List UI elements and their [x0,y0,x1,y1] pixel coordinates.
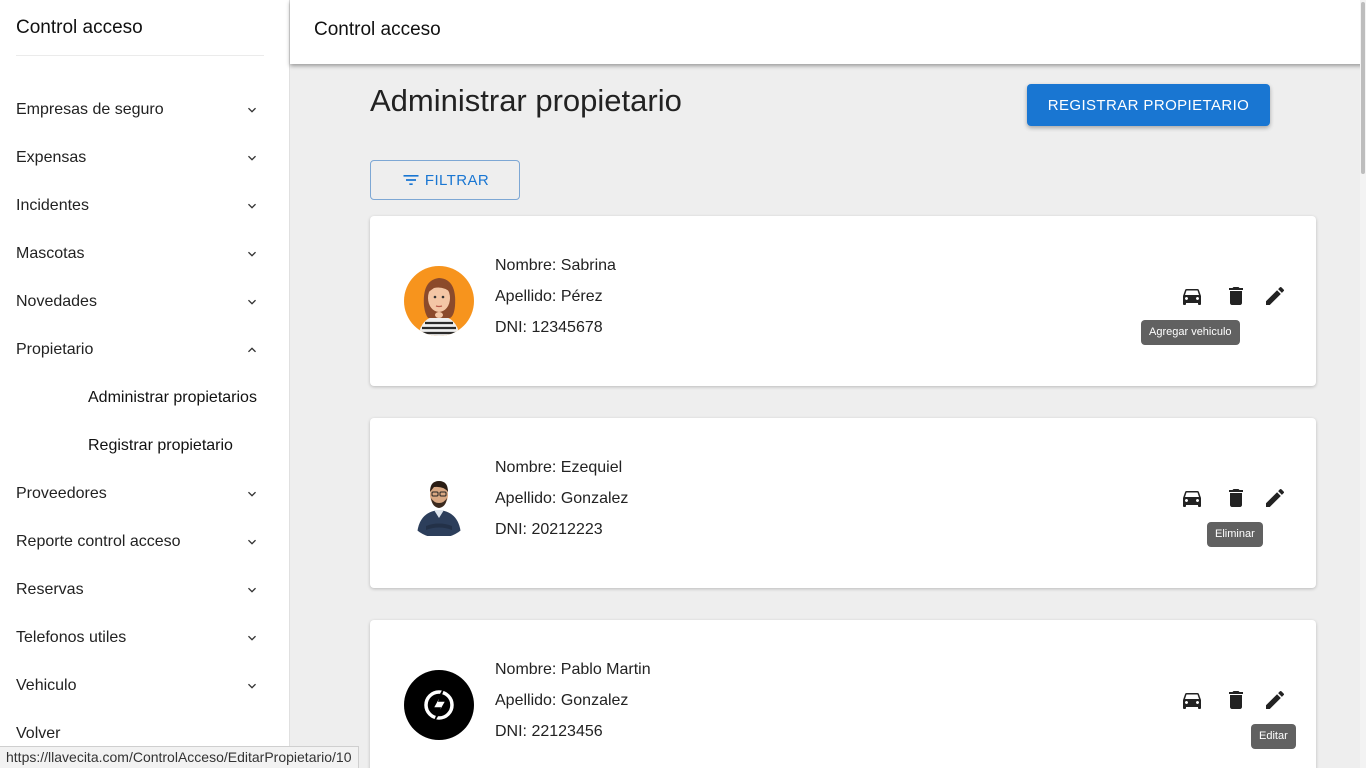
sidebar: Control acceso Empresas de seguro Expens… [0,0,290,768]
woman-thinking-avatar-icon [404,266,474,336]
car-icon [1183,289,1201,305]
edit-owner-button[interactable] [1263,486,1287,510]
sidebar-item-incidentes[interactable]: Incidentes [0,182,289,230]
tooltip-delete: Eliminar [1207,522,1263,547]
filter-icon [403,175,419,185]
sidebar-item-label: Expensas [16,149,87,166]
tooltip-edit: Editar [1251,724,1296,749]
chevron-up-icon [248,347,256,353]
owner-last-name: Apellido: Gonzalez [495,490,629,507]
delete-owner-button[interactable] [1224,486,1248,510]
owner-info: Nombre: Pablo Martin Apellido: Gonzalez … [495,654,651,747]
owner-info: Nombre: Sabrina Apellido: Pérez DNI: 123… [495,250,616,343]
page-title: Administrar propietario [370,83,682,118]
owner-avatar [404,670,474,740]
sidebar-item-label: Reservas [16,581,84,598]
filter-button-label: FILTRAR [424,171,490,189]
page-scrollbar[interactable] [1360,0,1366,768]
delete-owner-button[interactable] [1224,284,1248,308]
man-glasses-avatar-icon [404,468,474,538]
owner-actions [1180,486,1290,510]
pencil-icon [1266,488,1285,507]
sidebar-item-label: Vehiculo [16,677,77,694]
sidebar-divider [16,55,264,56]
sidebar-item-label: Mascotas [16,245,85,262]
sidebar-item-reservas[interactable]: Reservas [0,566,289,614]
sidebar-subitem-administrar-propietarios[interactable]: Administrar propietarios [0,374,289,422]
chevron-down-icon [248,587,256,593]
edit-owner-button[interactable] [1263,688,1287,712]
sidebar-item-novedades[interactable]: Novedades [0,278,289,326]
owner-card: Nombre: Sabrina Apellido: Pérez DNI: 123… [370,216,1316,386]
app-bar-title: Control acceso [314,19,441,40]
sidebar-subitem-label: Registrar propietario [88,437,233,454]
sidebar-item-label: Empresas de seguro [16,101,164,118]
sidebar-item-vehiculo[interactable]: Vehiculo [0,662,289,710]
add-vehicle-button[interactable] [1180,284,1204,308]
delete-owner-button[interactable] [1224,688,1248,712]
owner-avatar [404,266,474,336]
chevron-down-icon [248,251,256,257]
add-vehicle-button[interactable] [1180,486,1204,510]
owner-last-name: Apellido: Gonzalez [495,692,629,709]
sidebar-item-empresas-de-seguro[interactable]: Empresas de seguro [0,86,289,134]
chevron-down-icon [248,203,256,209]
chevron-down-icon [248,299,256,305]
sidebar-item-reporte-control-acceso[interactable]: Reporte control acceso [0,518,289,566]
owner-actions [1180,688,1290,712]
trash-icon [1229,691,1243,709]
owner-last-name: Apellido: Pérez [495,288,603,305]
owner-card: Nombre: Pablo Martin Apellido: Gonzalez … [370,620,1316,768]
trash-icon [1229,287,1243,305]
sidebar-item-label: Volver [16,725,61,742]
app-bar: Control acceso [290,0,1366,64]
car-icon [1183,491,1201,507]
sidebar-item-label: Reporte control acceso [16,533,181,550]
owner-first-name: Nombre: Ezequiel [495,459,623,476]
chevron-down-icon [248,491,256,497]
chevron-down-icon [248,635,256,641]
chevron-down-icon [248,683,256,689]
pencil-icon [1266,690,1285,709]
car-icon [1183,693,1201,709]
owner-first-name: Nombre: Sabrina [495,257,616,274]
sidebar-subitem-registrar-propietario[interactable]: Registrar propietario [0,422,289,470]
scrollbar-thumb[interactable] [1361,2,1365,174]
sidebar-menu: Empresas de seguro Expensas Incidentes M… [0,86,289,758]
sidebar-item-label: Proveedores [16,485,107,502]
sidebar-item-label: Incidentes [16,197,89,214]
owner-first-name: Nombre: Pablo Martin [495,661,651,678]
trash-icon [1229,489,1243,507]
tooltip-add-vehicle: Agregar vehiculo [1141,320,1240,345]
owner-card: Nombre: Ezequiel Apellido: Gonzalez DNI:… [370,418,1316,588]
sidebar-item-label: Novedades [16,293,97,310]
chevron-down-icon [248,539,256,545]
sidebar-title: Control acceso [16,17,143,38]
owner-info: Nombre: Ezequiel Apellido: Gonzalez DNI:… [495,452,628,545]
owner-actions [1180,284,1290,308]
black-logo-avatar-icon [404,670,474,740]
pencil-icon [1266,286,1285,305]
sidebar-item-label: Telefonos utiles [16,629,127,646]
sidebar-item-proveedores[interactable]: Proveedores [0,470,289,518]
owner-avatar [404,468,474,538]
add-vehicle-button[interactable] [1180,688,1204,712]
owner-dni: DNI: 22123456 [495,723,603,740]
sidebar-item-label: Propietario [16,341,94,358]
status-bar-url: https://llavecita.com/ControlAcceso/Edit… [0,746,359,768]
edit-owner-button[interactable] [1263,284,1287,308]
register-owner-button[interactable]: REGISTRAR PROPIETARIO [1027,84,1270,126]
owner-dni: DNI: 12345678 [495,319,603,336]
filter-button[interactable]: FILTRAR [370,160,520,200]
sidebar-item-mascotas[interactable]: Mascotas [0,230,289,278]
chevron-down-icon [248,107,256,113]
sidebar-item-telefonos-utiles[interactable]: Telefonos utiles [0,614,289,662]
sidebar-item-expensas[interactable]: Expensas [0,134,289,182]
chevron-down-icon [248,155,256,161]
sidebar-item-propietario[interactable]: Propietario [0,326,289,374]
owner-dni: DNI: 20212223 [495,521,603,538]
sidebar-subitem-label: Administrar propietarios [88,389,257,406]
